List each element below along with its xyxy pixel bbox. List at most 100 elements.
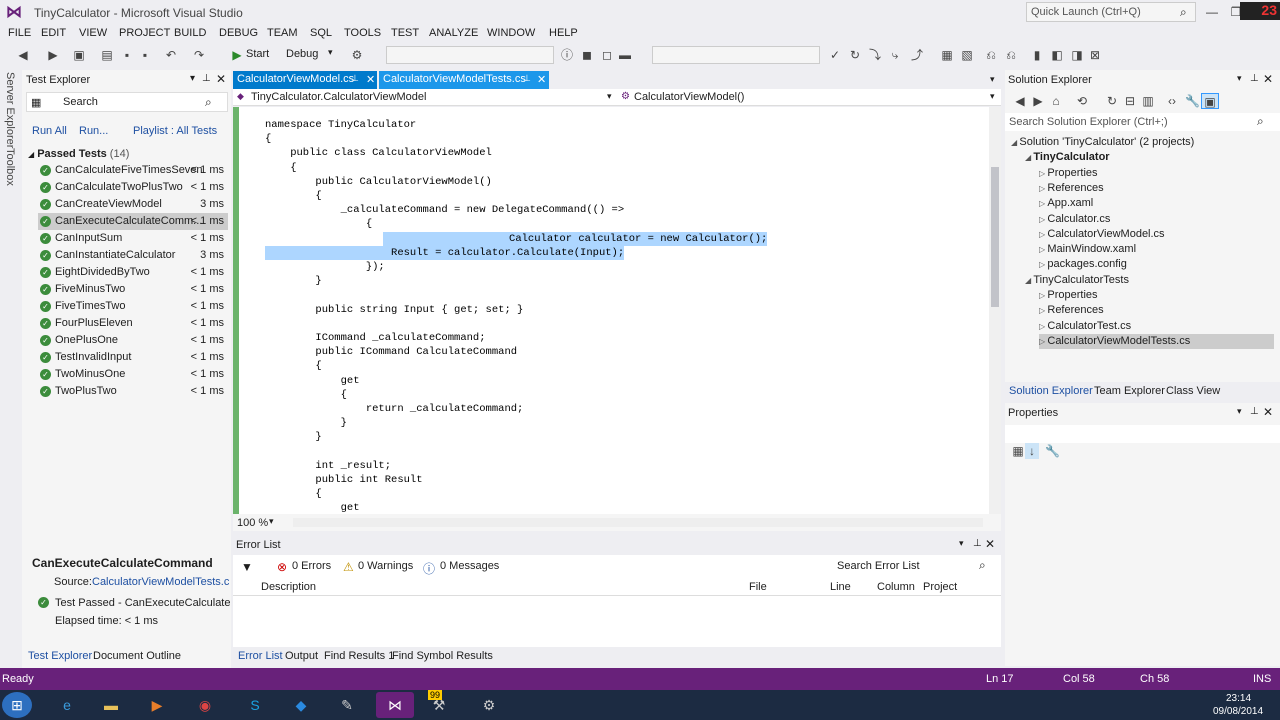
alphabetical-icon[interactable]: ↓ [1025,443,1039,459]
info-icon[interactable]: ⓘ [560,47,574,63]
menu-tools[interactable]: TOOLS [344,27,381,39]
solution-search-input[interactable]: Search Solution Explorer (Ctrl+;) [1009,116,1168,128]
visual-studio-icon[interactable]: ⋈ [376,692,414,718]
code-line[interactable]: } [265,430,321,444]
tab-document-outline[interactable]: Document Outline [93,650,181,662]
configuration-dropdown[interactable]: Debug [286,48,318,60]
undo-icon[interactable]: ↶ [164,47,178,63]
code-line[interactable]: ICommand _calculateCommand; [265,331,485,345]
test-search-input[interactable]: Search [63,96,98,108]
code-line[interactable]: } [265,274,321,288]
solution-item[interactable]: ▷ App.xaml [1039,196,1274,211]
chrome-icon[interactable]: ◉ [186,692,224,718]
prev-bookmark-icon[interactable]: ◧ [1050,47,1064,63]
pin-icon[interactable]: ⊥ [973,538,982,549]
preview-icon[interactable]: ▣ [1201,93,1219,109]
code-line[interactable]: public CalculatorViewModel() [265,175,491,189]
start-button[interactable]: Start [246,48,269,60]
errors-toggle[interactable]: 0 Errors [292,560,331,572]
close-icon[interactable]: ✕ [537,73,546,86]
solution-item[interactable]: ▷ Properties [1039,288,1274,303]
menu-test[interactable]: TEST [391,27,419,39]
chevron-down-icon[interactable]: ▾ [269,516,274,527]
stop-icon[interactable]: ◻ [600,47,614,63]
media-player-icon[interactable]: ▶ [138,692,176,718]
uncomment-icon[interactable]: ⎌ [1004,47,1018,63]
test-row[interactable]: ✓ OnePlusOne < 1 ms [38,332,228,349]
menu-edit[interactable]: EDIT [41,27,66,39]
code-line[interactable]: _calculateCommand = new DelegateCommand(… [265,203,625,217]
test-row[interactable]: ✓ TestInvalidInput < 1 ms [38,349,228,366]
passed-tests-group[interactable]: ◢ Passed Tests (14) [28,148,129,160]
dropdown-icon[interactable]: ▾ [959,538,964,549]
properties-object-combo[interactable] [1005,425,1280,443]
console-icon[interactable]: ▬ [618,47,632,63]
back-icon[interactable]: ◀ [1013,93,1027,109]
tab-find-results[interactable]: Find Results 1 [324,650,394,662]
code-editor[interactable]: namespace TinyCalculator { public class C… [233,107,1001,514]
warnings-toggle[interactable]: 0 Warnings [358,560,413,572]
dropdown-icon[interactable]: ▾ [1237,406,1242,417]
scroll-thumb[interactable] [991,167,999,307]
messages-toggle[interactable]: 0 Messages [440,560,499,572]
filter-icon[interactable]: ▼ [241,560,253,574]
step-icon[interactable]: ⤵ [868,47,882,63]
solution-item[interactable]: ◢ Solution 'TinyCalculator' (2 projects) [1011,135,1274,150]
close-icon[interactable]: ✕ [1263,72,1273,86]
tab-team-explorer[interactable]: Team Explorer [1094,385,1165,397]
member-navigation-dropdown[interactable]: CalculatorViewModel() [634,91,744,103]
code-line[interactable]: namespace TinyCalculator [265,118,416,132]
chevron-down-icon[interactable]: ▾ [607,91,612,102]
toolbox-tab[interactable]: Toolbox [4,148,16,186]
quick-launch-input[interactable]: Quick Launch (Ctrl+Q) [1026,2,1196,22]
attach-icon[interactable]: ⚙ [350,47,364,63]
back-icon[interactable]: ◀ [16,47,30,63]
step-over-icon[interactable]: ⤷ [888,47,902,63]
solution-item[interactable]: ▷ References [1039,181,1274,196]
test-row[interactable]: ✓ CanCalculateTwoPlusTwo < 1 ms [38,179,228,196]
test-row[interactable]: ✓ CanInputSum < 1 ms [38,230,228,247]
indent-icon[interactable]: ▦ [940,47,954,63]
test-row[interactable]: ✓ CanInstantiateCalculator 3 ms [38,247,228,264]
test-row[interactable]: ✓ FiveTimesTwo < 1 ms [38,298,228,315]
code-line[interactable]: Result = calculator.Calculate(Input); [265,245,625,260]
code-line[interactable]: public string Input { get; set; } [265,303,523,317]
code-line[interactable]: }); [265,260,385,274]
test-row[interactable]: ✓ CanExecuteCalculateComm... < 1 ms [38,213,228,230]
horizontal-scrollbar[interactable] [293,518,983,527]
solution-item[interactable]: ◢ TinyCalculator [1025,150,1274,165]
view-code-icon[interactable]: ‹› [1165,93,1179,109]
code-line[interactable]: { [265,359,321,373]
menu-file[interactable]: FILE [8,27,31,39]
breakpoint-icon[interactable]: ◼ [580,47,594,63]
code-line[interactable]: get [265,374,360,388]
solution-item[interactable]: ▷ packages.config [1039,257,1274,272]
run-link[interactable]: Run... [79,125,108,137]
forward-icon[interactable]: ▶ [1031,93,1045,109]
test-row[interactable]: ✓ FiveMinusTwo < 1 ms [38,281,228,298]
dropdown-icon[interactable]: ▾ [190,73,195,84]
forward-icon[interactable]: ▶ [46,47,60,63]
code-line[interactable]: get [265,501,360,513]
code-line[interactable]: public int Result [265,473,422,487]
step-out-icon[interactable]: ⤴ [910,47,924,63]
zoom-level[interactable]: 100 % [237,517,268,529]
next-bookmark-icon[interactable]: ◨ [1070,47,1084,63]
solution-item[interactable]: ▷ CalculatorViewModel.cs [1039,227,1274,242]
solution-item[interactable]: ▷ References [1039,303,1274,318]
test-row[interactable]: ✓ CanCreateViewModel 3 ms [38,196,228,213]
chevron-down-icon[interactable]: ▾ [990,91,995,102]
comment-icon[interactable]: ⎌ [984,47,998,63]
col-column[interactable]: Column [877,581,915,593]
check-icon[interactable]: ✓ [828,47,842,63]
tab-class-view[interactable]: Class View [1166,385,1220,397]
run-all-link[interactable]: Run All [32,125,67,137]
code-line[interactable]: { [265,487,321,501]
class-navigation-dropdown[interactable]: TinyCalculator.CalculatorViewModel [251,91,426,103]
test-row[interactable]: ✓ TwoPlusTwo < 1 ms [38,383,228,400]
show-all-icon[interactable]: ▥ [1141,93,1155,109]
sync-icon[interactable]: ⟲ [1075,93,1089,109]
menu-analyze[interactable]: ANALYZE [429,27,478,39]
code-line[interactable]: public class CalculatorViewModel [265,146,492,160]
property-pages-icon[interactable]: 🔧 [1045,443,1060,459]
